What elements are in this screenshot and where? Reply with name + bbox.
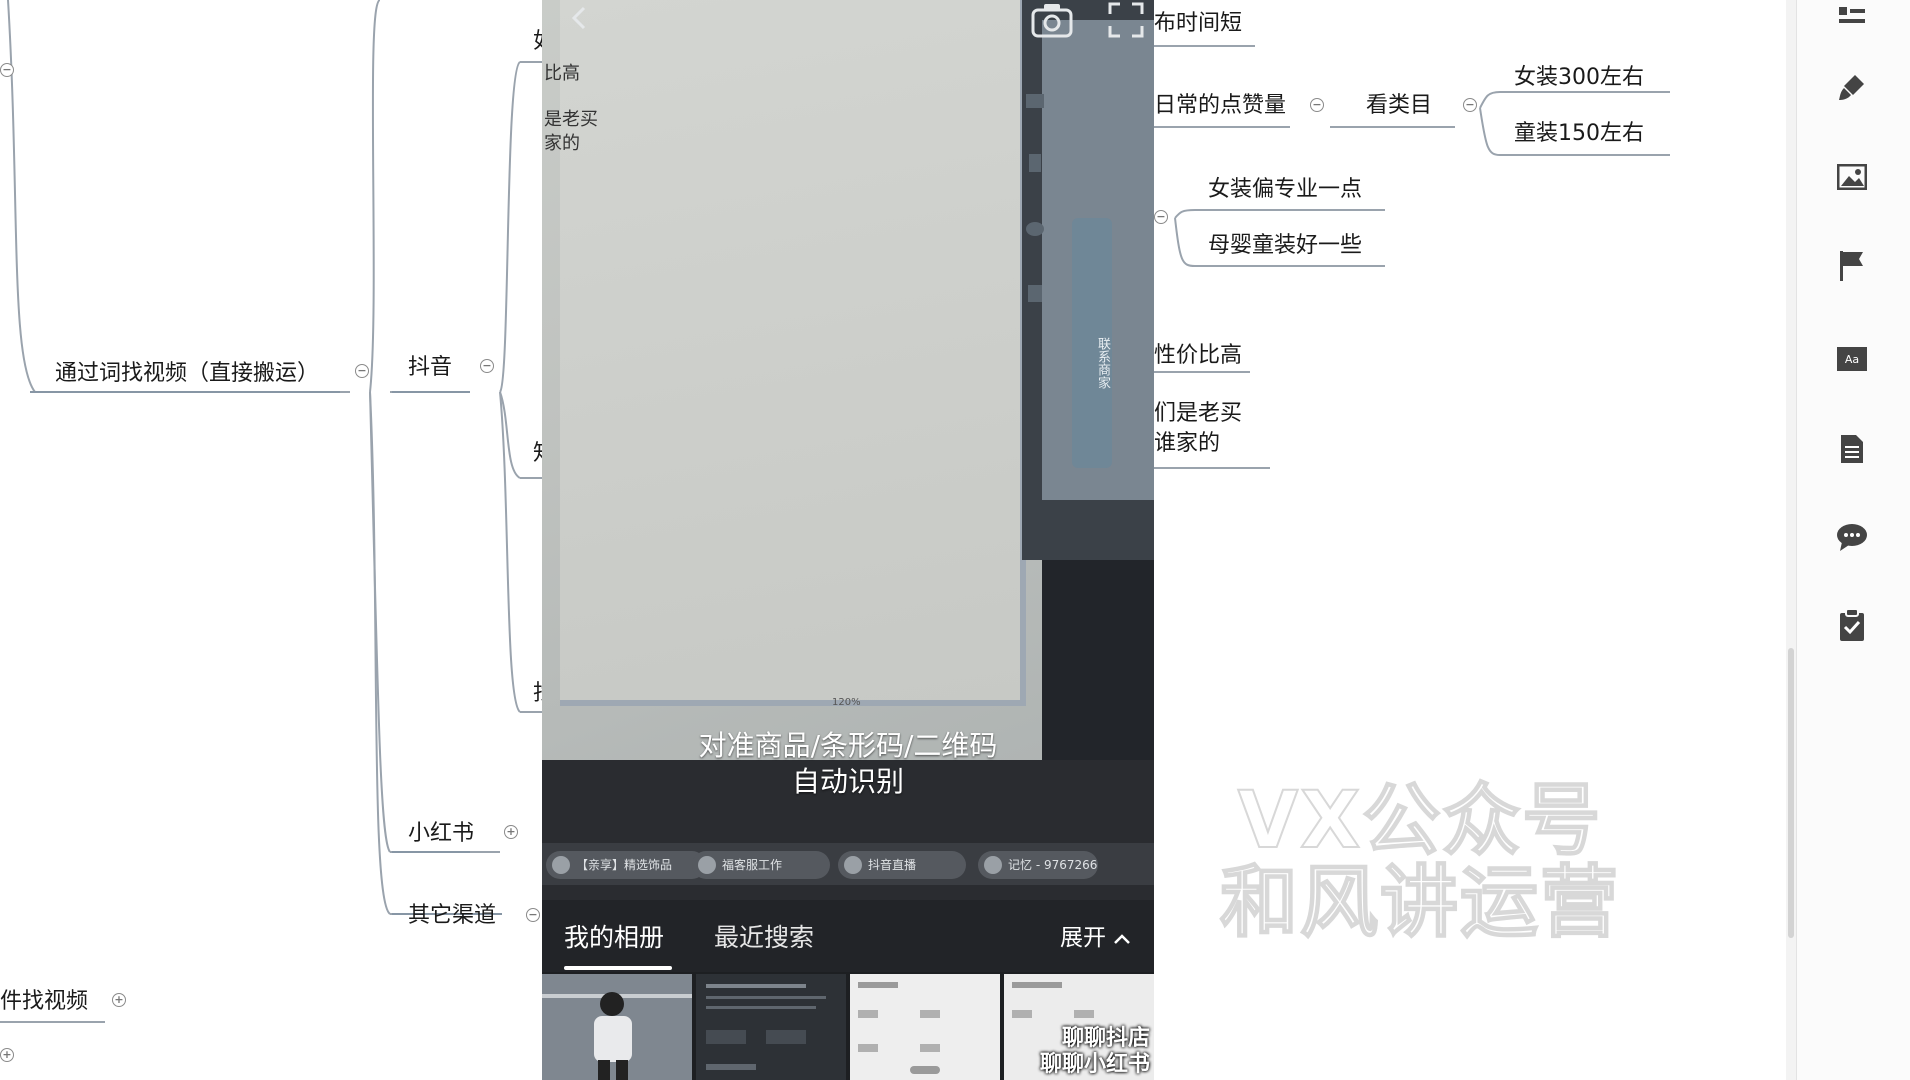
- taskbar-item: 【亲享】精选饰品: [546, 851, 706, 879]
- node-daily-likes[interactable]: 日常的点赞量: [1154, 92, 1286, 120]
- node-value-high[interactable]: 性价比高: [1154, 342, 1242, 370]
- text-style-icon: [1026, 94, 1044, 108]
- album-thumbnails: 聊聊抖店 聊聊小红书: [542, 972, 1154, 1080]
- node-video-search[interactable]: 通过词找视频（直接搬运）: [55, 360, 319, 388]
- text-style-icon[interactable]: Aa: [1833, 340, 1871, 378]
- document-icon[interactable]: [1833, 430, 1871, 468]
- image-icon[interactable]: [1833, 158, 1871, 196]
- collapse-toggle-icon[interactable]: −: [1310, 98, 1324, 112]
- right-toolbar: Aa: [1796, 0, 1910, 1080]
- tab-my-album[interactable]: 我的相册: [564, 918, 664, 954]
- expand-toggle-icon[interactable]: +: [112, 993, 126, 1007]
- album-thumbnail[interactable]: 聊聊抖店 聊聊小红书: [1004, 974, 1154, 1080]
- clipboard-check-icon: [1028, 285, 1042, 302]
- album-thumbnail[interactable]: [696, 974, 846, 1080]
- node-root-partial[interactable]: 件找视频: [0, 988, 88, 1016]
- collapse-toggle-icon[interactable]: −: [1154, 210, 1168, 224]
- brush-icon[interactable]: [1833, 68, 1871, 106]
- node-women-pro[interactable]: 女装偏专业一点: [1208, 176, 1362, 204]
- active-tab-indicator: [564, 966, 672, 970]
- contact-seller-label: 联系商家: [1095, 337, 1110, 389]
- camera-icon[interactable]: [1030, 2, 1074, 38]
- thumbnail-caption-line2: 聊聊小红书: [1039, 1052, 1150, 1077]
- back-arrow-icon[interactable]: [568, 6, 592, 30]
- node-by-category[interactable]: 看类目: [1366, 92, 1432, 120]
- scan-hint-line2: 自动识别: [791, 765, 904, 798]
- svg-text:Aa: Aa: [1845, 353, 1859, 366]
- node-partial-1-sub-a: 比高: [544, 63, 580, 84]
- thumbnail-caption: 聊聊抖店 聊聊小红书: [1040, 1026, 1150, 1078]
- node-baby-better[interactable]: 母婴童装好一些: [1208, 232, 1362, 260]
- expand-toggle-icon[interactable]: +: [504, 825, 518, 839]
- contact-seller-panel[interactable]: 联系商家: [1072, 218, 1112, 468]
- clipboard-check-icon[interactable]: [1833, 606, 1871, 644]
- thumbnail-caption-line1: 聊聊抖店: [1061, 1026, 1150, 1051]
- node-old-buyer-2[interactable]: 谁家的: [1154, 430, 1220, 458]
- watermark-line1: VX公众号: [1237, 776, 1603, 866]
- collapse-toggle-icon[interactable]: −: [0, 63, 14, 77]
- taskbar-item: 抖音直播: [838, 851, 966, 879]
- tab-recent-search[interactable]: 最近搜索: [714, 918, 814, 954]
- collapse-toggle-icon[interactable]: −: [480, 359, 494, 373]
- collapse-toggle-icon[interactable]: −: [526, 908, 540, 922]
- node-time-short[interactable]: 布时间短: [1154, 10, 1242, 38]
- flag-icon[interactable]: [1833, 246, 1871, 284]
- zoom-readout: 120%: [832, 697, 861, 708]
- collapse-toggle-icon[interactable]: −: [1463, 98, 1477, 112]
- node-kids-150[interactable]: 童装150左右: [1514, 120, 1644, 148]
- collapse-toggle-icon[interactable]: −: [355, 364, 369, 378]
- taskbar-item: 福客服工作: [692, 851, 830, 879]
- taskbar-item: 记忆 - 9767266: [978, 851, 1098, 879]
- scan-hint: 对准商品/条形码/二维码 自动识别: [542, 728, 1154, 800]
- expand-button[interactable]: 展开: [1060, 918, 1131, 952]
- captured-monitor-screen: [560, 0, 1026, 706]
- scan-hint-line1: 对准商品/条形码/二维码: [698, 729, 998, 762]
- album-thumbnail[interactable]: [850, 974, 1000, 1080]
- scan-frame-icon[interactable]: [1108, 2, 1144, 38]
- thumbnail-dashboard-image: [696, 974, 846, 1080]
- node-old-buyer-1[interactable]: 们是老买: [1154, 400, 1242, 428]
- outline-icon[interactable]: [1833, 0, 1871, 38]
- expand-toggle-icon[interactable]: +: [0, 1048, 14, 1062]
- gallery-tabs: 我的相册 最近搜索 展开: [542, 900, 1154, 972]
- thumbnail-person-image: [542, 974, 692, 1080]
- node-partial-1-sub-c: 家的: [544, 133, 580, 154]
- comment-icon[interactable]: [1833, 518, 1871, 556]
- expand-label: 展开: [1060, 925, 1106, 951]
- document-icon: [1029, 154, 1041, 172]
- captured-taskbar: 【亲享】精选饰品 福客服工作 抖音直播 记忆 - 9767266: [542, 843, 1154, 885]
- watermark-line2: 和风讲运营: [1219, 858, 1621, 948]
- album-thumbnail[interactable]: [542, 974, 692, 1080]
- node-women-300[interactable]: 女装300左右: [1514, 64, 1644, 92]
- node-other-channels[interactable]: 其它渠道: [408, 902, 496, 930]
- comment-icon: [1026, 222, 1044, 236]
- thumbnail-stats-image: [850, 974, 1000, 1080]
- node-douyin[interactable]: 抖音: [408, 354, 452, 382]
- chevron-up-icon: [1114, 933, 1131, 944]
- phone-scanner-overlay: 联系商家 120% 对准商品/条形码/二维码 自动识别 【亲享】精选饰品 福客服…: [542, 0, 1154, 1080]
- watermark: VX公众号 和风讲运营: [1219, 776, 1621, 948]
- node-xiaohongshu[interactable]: 小红书: [408, 820, 474, 848]
- scrollbar-thumb[interactable]: [1788, 648, 1794, 938]
